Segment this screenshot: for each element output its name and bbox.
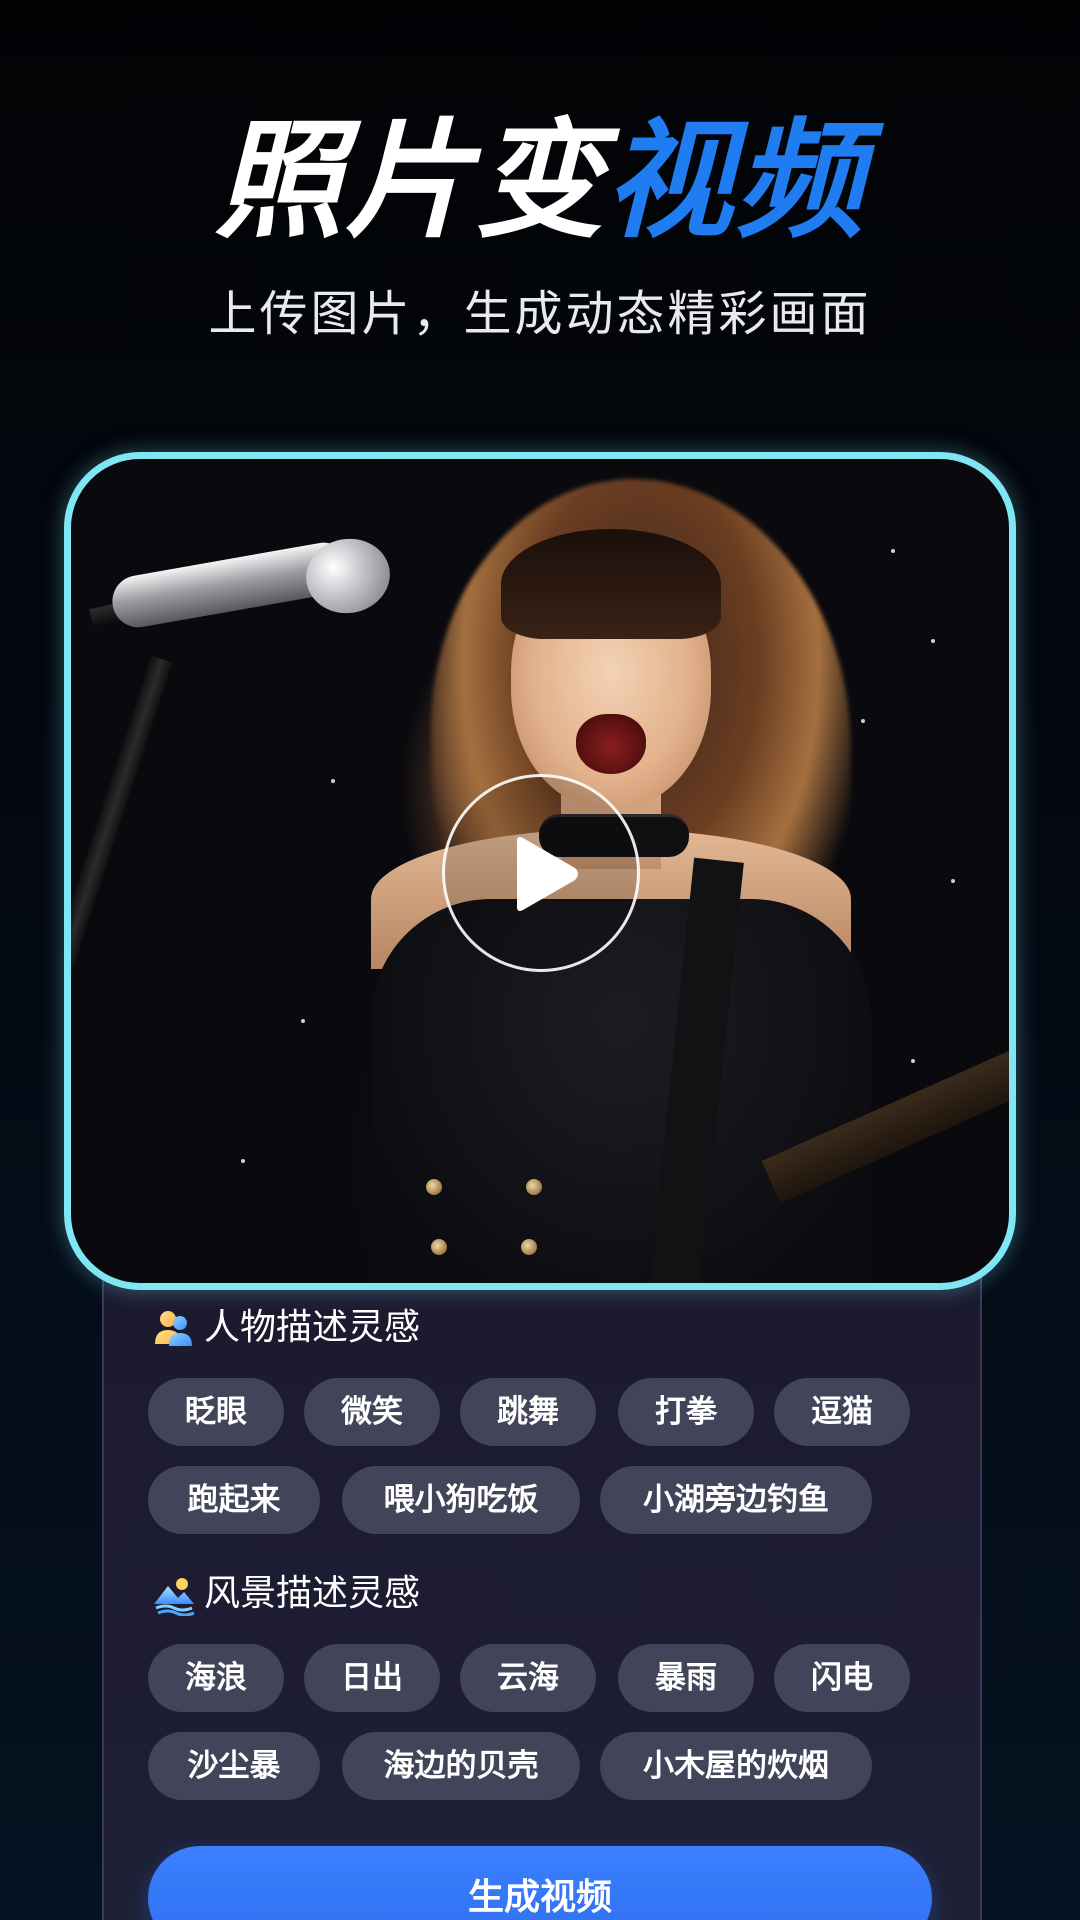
- hero-image-dress-button: [521, 1239, 537, 1255]
- hero-image-sparkle: [861, 719, 865, 723]
- page-subtitle: 上传图片，生成动态精彩画面: [208, 286, 872, 342]
- hero-image-sparkle: [301, 1019, 305, 1023]
- scenery-section-header: 风景描述灵感: [152, 1564, 420, 1624]
- landscape-icon: [154, 1578, 195, 1616]
- hero-image-mic-stand: [71, 655, 173, 1272]
- hero-image-sparkle: [891, 549, 895, 553]
- chip-scenery-1[interactable]: 日出: [304, 1644, 440, 1712]
- hero-image-dress-button: [426, 1179, 442, 1195]
- chip-scenery-2[interactable]: 云海: [460, 1644, 596, 1712]
- app-screen: 照片变视频 上传图片，生成动态精彩画面 人物描述灵感 眨眼 微笑 跳舞 打拳 逗…: [0, 0, 1080, 1920]
- people-icon: [155, 1311, 192, 1346]
- chip-people-0[interactable]: 眨眼: [148, 1378, 284, 1446]
- hero-image-sparkle: [931, 639, 935, 643]
- people-section-title: 人物描述灵感: [204, 1307, 421, 1348]
- hero-image-sparkle: [331, 779, 335, 783]
- people-section-header: 人物描述灵感: [152, 1298, 420, 1358]
- chip-scenery-6[interactable]: 海边的贝壳: [342, 1732, 580, 1800]
- title-white-part: 照片变: [214, 107, 605, 256]
- chip-people-1[interactable]: 微笑: [304, 1378, 440, 1446]
- chip-people-5[interactable]: 跑起来: [148, 1466, 320, 1534]
- chip-scenery-3[interactable]: 暴雨: [618, 1644, 754, 1712]
- page-title: 照片变视频: [0, 112, 1080, 252]
- hero-image-sparkle: [911, 1059, 915, 1063]
- chip-scenery-4[interactable]: 闪电: [774, 1644, 910, 1712]
- play-icon: [517, 837, 578, 911]
- chip-scenery-7[interactable]: 小木屋的炊烟: [600, 1732, 872, 1800]
- hero-image-sparkle: [241, 1159, 245, 1163]
- scenery-section-title: 风景描述灵感: [204, 1573, 421, 1614]
- play-button[interactable]: [442, 774, 640, 972]
- chip-people-6[interactable]: 喂小狗吃饭: [342, 1466, 580, 1534]
- hero-image-sparkle: [951, 879, 955, 883]
- chip-people-7[interactable]: 小湖旁边钓鱼: [600, 1466, 872, 1534]
- chip-scenery-5[interactable]: 沙尘暴: [148, 1732, 320, 1800]
- hero-image-dress-button: [526, 1179, 542, 1195]
- chip-people-3[interactable]: 打拳: [618, 1378, 754, 1446]
- chip-people-2[interactable]: 跳舞: [460, 1378, 596, 1446]
- generate-video-button[interactable]: 生成视频: [148, 1846, 932, 1920]
- hero-image-dress-button: [431, 1239, 447, 1255]
- chip-people-4[interactable]: 逗猫: [774, 1378, 910, 1446]
- hero-media-card[interactable]: [64, 452, 1016, 1290]
- hero-image-bangs: [501, 529, 721, 639]
- hero-image-mouth: [576, 714, 646, 774]
- title-blue-part: 视频: [605, 107, 866, 256]
- hero-image-dress: [371, 899, 871, 1283]
- chip-scenery-0[interactable]: 海浪: [148, 1644, 284, 1712]
